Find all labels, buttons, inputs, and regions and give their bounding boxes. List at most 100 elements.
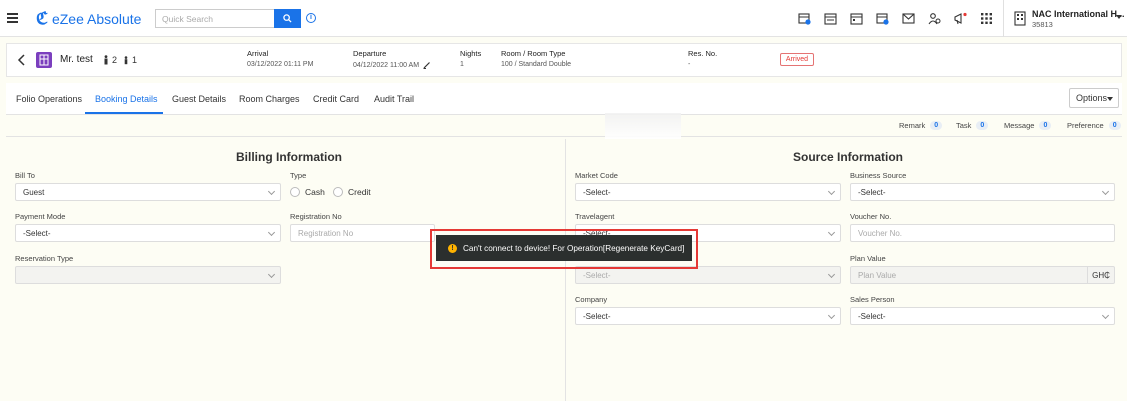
chevron-down-icon [827,228,836,237]
tab-guest-details[interactable]: Guest Details [172,94,226,104]
counter-badge: 0 [930,121,943,130]
reservation-type-label: Reservation Type [15,254,74,263]
departure-value: 04/12/2022 11:00 AM [353,61,420,69]
chevron-down-icon [1101,311,1110,320]
options-button[interactable]: Options [1069,88,1119,108]
type-credit-radio[interactable]: Credit [333,187,371,197]
counter-remark[interactable]: Remark 0 [899,121,943,130]
payment-mode-label: Payment Mode [15,212,66,221]
active-tab-indicator [85,112,163,114]
registration-label: Registration No [290,212,342,221]
departure-value-wrap: 04/12/2022 11:00 AM [353,61,431,69]
currency-label: GH₵ [1087,266,1114,284]
hotel-selector[interactable]: NAC International H... 35813 [1003,0,1127,37]
tab-bar: Folio Operations Booking Details Guest D… [6,83,1122,115]
hotel-code: 35813 [1032,20,1053,29]
counter-label: Remark [899,121,926,130]
toast-message: Can't connect to device! For Operation[R… [463,243,685,253]
building-icon [1014,11,1026,26]
calendar-icon[interactable] [823,11,838,26]
sales-person-select[interactable]: -Select- [850,307,1115,325]
company-value: -Select- [583,311,611,321]
adults-count: 2 [112,55,118,65]
chevron-down-icon [827,311,836,320]
counter-badge: 0 [1108,121,1121,130]
plan-value-input[interactable]: Plan Value GH₵ [850,266,1115,284]
tab-credit-card[interactable]: Credit Card [313,94,359,104]
tab-audit-trail[interactable]: Audit Trail [374,94,414,104]
mail-icon[interactable] [901,11,916,26]
child-icon [124,55,128,64]
room-icon [36,52,52,68]
chevron-down-icon [1101,187,1110,196]
chevron-down-icon [267,187,276,196]
tab-folio-operations[interactable]: Folio Operations [16,94,82,104]
market-code-label: Market Code [575,171,618,180]
nights-value: 1 [460,61,464,68]
search-icon [283,14,292,23]
market-code-select[interactable]: -Select- [575,183,841,201]
plan-value-label: Plan Value [850,254,886,263]
counter-task[interactable]: Task 0 [956,121,989,130]
app-logo[interactable]: ℭ eZee Absolute [36,8,142,29]
menu-icon[interactable] [7,13,18,23]
bill-to-label: Bill To [15,171,35,180]
search-button[interactable] [274,9,301,28]
back-arrow-icon[interactable] [17,54,27,66]
edit-icon[interactable] [423,61,431,69]
chevron-down-icon [1116,15,1122,19]
room-type-value: 100 / Standard Double [501,61,572,68]
warning-icon: ! [448,243,457,253]
calendar-dollar-icon[interactable] [875,11,890,26]
res-no-value: - [688,61,691,68]
commission-value: -Select- [583,270,611,280]
registration-input[interactable]: Registration No [290,224,435,242]
reservation-type-select[interactable] [15,266,281,284]
app-name: eZee Absolute [51,10,142,27]
company-select[interactable]: -Select- [575,307,841,325]
redacted-area [605,113,681,139]
counter-badge: 0 [1039,121,1052,130]
error-toast[interactable]: ! Can't connect to device! For Operation… [436,235,692,261]
calendar-add-icon[interactable] [797,11,812,26]
radio-circle [290,187,300,197]
hotel-name: NAC International H... [1032,9,1125,19]
type-cash-radio[interactable]: Cash [290,187,325,197]
radio-circle [333,187,343,197]
bill-to-select[interactable]: Guest [15,183,281,201]
calendar-grid-icon[interactable] [849,11,864,26]
users-gear-icon[interactable] [927,11,942,26]
type-cash-label: Cash [305,187,325,197]
counter-preference[interactable]: Preference 0 [1067,121,1121,130]
nav-icon-group [797,11,994,26]
billing-title: Billing Information [236,150,342,164]
arrival-label: Arrival [247,49,269,58]
counter-message[interactable]: Message 0 [1004,121,1052,130]
type-label: Type [290,171,307,180]
logo-mark-icon: ℭ [36,8,48,29]
voucher-label: Voucher No. [850,212,892,221]
payment-mode-value: -Select- [23,228,51,238]
search-input[interactable]: Quick Search [155,9,275,28]
adult-icon [104,55,108,65]
departure-label: Departure [353,49,387,58]
source-title: Source Information [793,150,904,164]
caret-down-icon [1107,97,1113,101]
chevron-down-icon [267,228,276,237]
tab-room-charges[interactable]: Room Charges [239,94,300,104]
payment-mode-select[interactable]: -Select- [15,224,281,242]
apps-grid-icon[interactable] [979,11,994,26]
business-source-select[interactable]: -Select- [850,183,1115,201]
info-icon[interactable]: i [306,13,316,23]
counter-label: Task [956,121,972,130]
chevron-down-icon [827,270,836,279]
counter-label: Message [1004,121,1035,130]
voucher-input[interactable]: Voucher No. [850,224,1115,242]
megaphone-icon[interactable] [953,11,968,26]
options-label: Options [1076,93,1108,103]
tab-booking-details[interactable]: Booking Details [95,94,158,104]
sales-person-label: Sales Person [850,295,895,304]
section-divider [565,139,566,401]
business-source-label: Business Source [850,171,907,180]
pax-count: 2 1 [103,55,137,65]
